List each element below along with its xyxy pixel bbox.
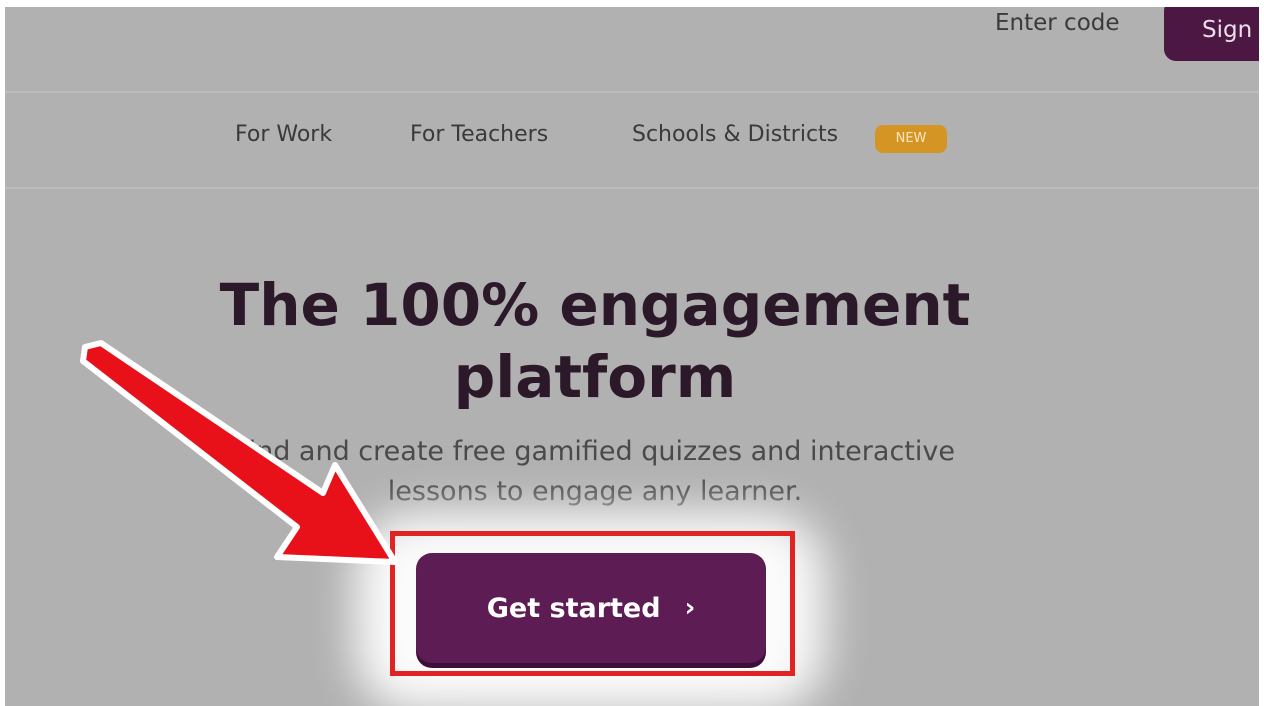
get-started-label: Get started [486,592,661,624]
screenshot-frame: Enter code Sign For Work For Teachers Sc… [5,7,1259,706]
hero-subtitle: Find and create free gamified quizzes an… [5,432,1185,512]
nav-item-for-work[interactable]: For Work [235,122,332,147]
sign-up-label: Sign [1202,17,1253,43]
new-badge: NEW [875,125,947,153]
hero-subtitle-line-1: Find and create free gamified quizzes an… [235,436,955,467]
hero-subtitle-line-2: lessons to engage any learner. [387,476,803,507]
main-nav: For Work For Teachers Schools & District… [5,95,1259,187]
header-divider [5,91,1259,93]
hero-title: The 100% engagement platform [5,269,1185,413]
hero-title-line-1: The 100% engagement [219,271,971,339]
sign-up-button[interactable]: Sign [1164,7,1259,61]
nav-item-for-teachers[interactable]: For Teachers [410,122,548,147]
nav-divider [5,187,1259,189]
get-started-button[interactable]: Get started › [416,553,766,663]
enter-code-link[interactable]: Enter code [995,10,1120,36]
chevron-right-icon: › [684,593,696,623]
hero-title-line-2: platform [453,343,737,411]
nav-item-schools-districts[interactable]: Schools & Districts [632,122,838,147]
top-header: Enter code Sign [5,7,1259,91]
